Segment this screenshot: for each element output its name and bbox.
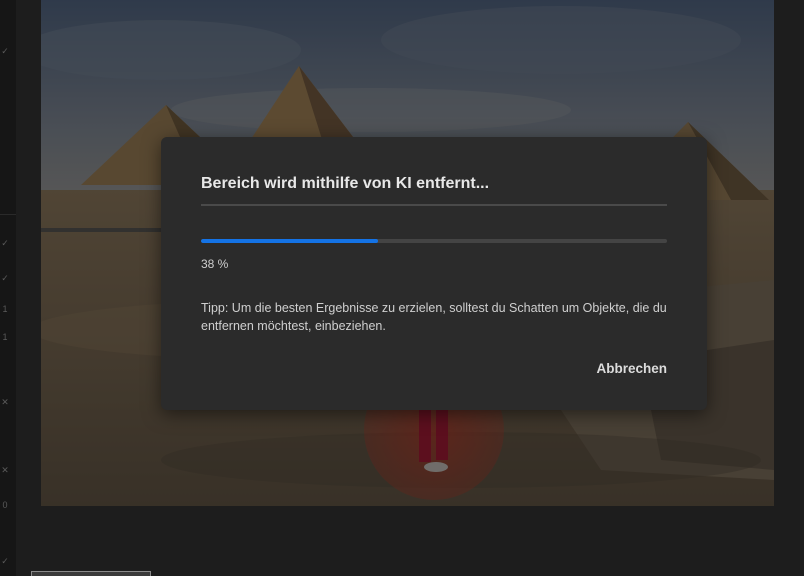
ai-remove-progress-dialog: Bereich wird mithilfe von KI entfernt...…	[161, 137, 707, 410]
counter-label: 0	[2, 500, 8, 510]
progress-bar-fill	[201, 239, 379, 243]
close-icon[interactable]: ✕	[0, 397, 10, 407]
photo-editor-window: ✓ ✓ ✓ 1 1 ✕ ✕ 0 ✓ Bereich wird mithilfe …	[0, 0, 804, 576]
progress-bar	[201, 239, 667, 243]
panel-divider	[0, 214, 16, 215]
cancel-button[interactable]: Abbrechen	[596, 361, 667, 376]
dialog-title: Bereich wird mithilfe von KI entfernt...	[201, 175, 490, 192]
progress-percentage: 38 %	[201, 257, 229, 271]
counter-label: 1	[2, 332, 8, 342]
filmstrip-thumbnail[interactable]	[31, 571, 151, 576]
tool-panel-strip: ✓ ✓ ✓ 1 1 ✕ ✕ 0 ✓	[0, 0, 16, 576]
check-icon[interactable]: ✓	[0, 46, 10, 56]
check-icon[interactable]: ✓	[0, 238, 10, 248]
tip-text: Tipp: Um die besten Ergebnisse zu erziel…	[201, 301, 667, 333]
dialog-divider	[201, 204, 667, 206]
check-icon[interactable]: ✓	[0, 556, 10, 566]
close-icon[interactable]: ✕	[0, 465, 10, 475]
counter-label: 1	[2, 304, 8, 314]
check-icon[interactable]: ✓	[0, 273, 10, 283]
